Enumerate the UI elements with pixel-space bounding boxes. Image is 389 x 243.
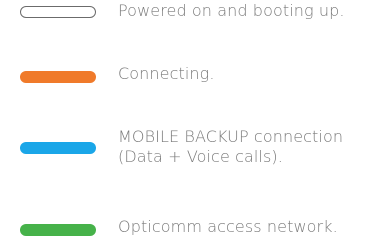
legend-label-mobile-backup: MOBILE BACKUP connection (Data + Voice c… (118, 127, 344, 166)
status-light-green-indicator (20, 224, 96, 236)
status-light-orange-indicator (20, 71, 96, 83)
status-light-blue-indicator (20, 142, 96, 154)
status-light-legend: Powered on and booting up. Connecting. M… (0, 0, 389, 243)
legend-label-opticomm: Opticomm access network. (118, 217, 338, 236)
status-light-off-indicator (20, 6, 96, 18)
legend-label-booting: Powered on and booting up. (118, 1, 345, 20)
legend-label-connecting: Connecting. (118, 64, 215, 83)
